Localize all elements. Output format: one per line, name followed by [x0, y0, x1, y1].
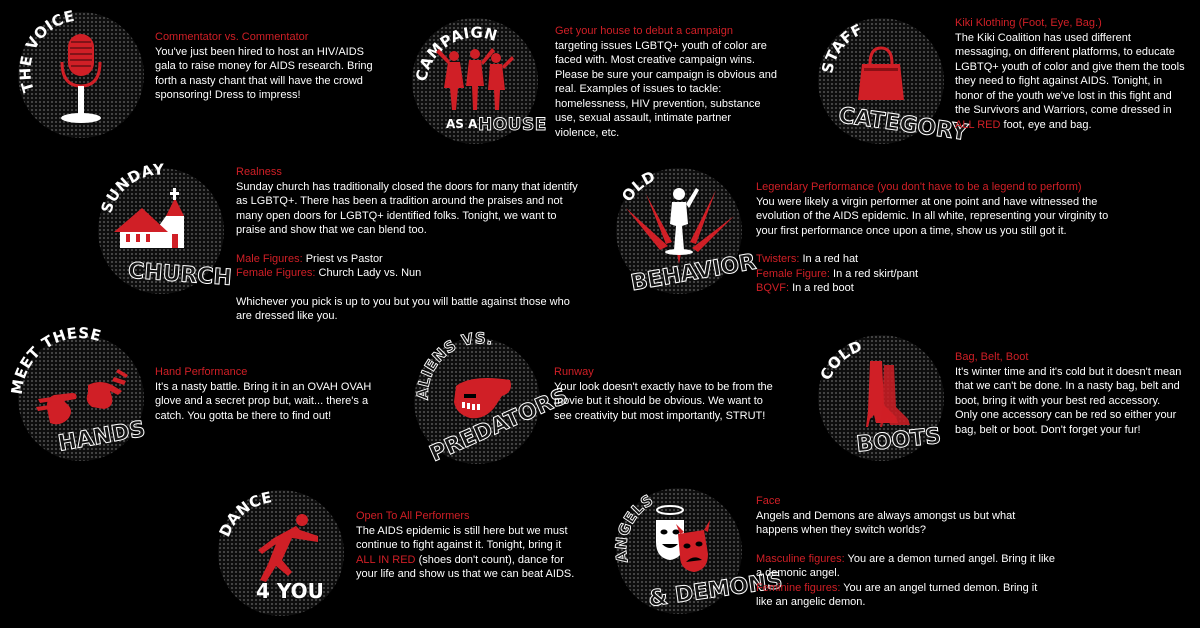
badge-dance-4-you: DANCE 4 YOU	[215, 488, 344, 616]
badge-title: ANGELS	[612, 491, 657, 564]
badge-subtitle: CHURCH	[127, 259, 232, 291]
badge-sunday-church: SUNDAY CHURCH	[97, 160, 233, 294]
badge-angels-and-demons: ANGELS & DEMONS	[612, 488, 785, 614]
category-heading: Realness	[236, 166, 282, 178]
category-body: Angels and Demons are always amongst us …	[756, 509, 1016, 537]
badge-subtitle: AS A	[446, 117, 478, 131]
all-in-red-highlight: ALL IN RED	[356, 553, 416, 566]
badge-subtitle: HANDS	[56, 417, 147, 457]
category-body: targeting issues LGBTQ+ youth of color a…	[555, 39, 777, 139]
badge-title: OLD	[618, 167, 658, 205]
category-heading: Kiki Klothing (Foot, Eye, Bag.)	[955, 17, 1102, 29]
dancer-icon	[258, 514, 318, 582]
detail-feminine-figures: Feminine figures: You are an angel turne…	[756, 581, 1038, 609]
badge-old-behavior: OLD BEHAVIOR	[616, 167, 759, 297]
detail-male-figures: Male Figures: Priest vs Pastor	[236, 252, 383, 265]
category-heading: Get your house to debut a campaign	[555, 25, 733, 37]
badge-subtitle: BEHAVIOR	[629, 250, 758, 297]
church-icon	[114, 188, 184, 248]
badge-title: SUNDAY	[97, 160, 165, 215]
dancers-icon	[436, 48, 514, 110]
category-heading: Open To All Performers	[356, 510, 470, 522]
badge-subtitle: CATEGORY	[837, 103, 970, 146]
detail-twisters: Twisters: In a red hat	[756, 253, 859, 265]
boots-icon	[866, 361, 910, 427]
badge-campaign-as-a-house: CAMPAIGN AS A HOUSE	[412, 18, 547, 144]
badge-the-voice: THE VOICE	[16, 7, 144, 138]
category-footer: Whichever you pick is up to you but you …	[236, 295, 570, 323]
badge-title: DANCE	[215, 488, 273, 539]
category-body: You've just been hired to host an HIV/AI…	[155, 45, 373, 102]
hands-icon	[36, 369, 128, 425]
badge-subtitle: 4 YOU	[256, 579, 324, 603]
badge-subtitle-house: HOUSE	[478, 115, 547, 135]
category-body: The AIDS epidemic is still here but we m…	[356, 524, 575, 581]
performer-silhouette-icon	[626, 188, 734, 264]
badge-subtitle: BOOTS	[855, 424, 942, 458]
handbag-icon	[858, 46, 904, 100]
theater-masks-icon	[656, 505, 710, 572]
category-heading: Bag, Belt, Boot	[955, 351, 1029, 363]
detail-bqvf: BQVF: In a red boot	[756, 282, 854, 294]
microphone-icon	[60, 34, 102, 123]
badge-cold-boots: COLD BOOTS	[817, 335, 944, 461]
badge-aliens-vs-predators: ALIENS VS. PREDATORS	[413, 329, 572, 468]
all-red-highlight: ALL RED	[955, 118, 1001, 131]
category-body: The Kiki Coalition has used different me…	[955, 31, 1185, 131]
category-heading: Runway	[554, 366, 594, 378]
badge-title: COLD	[817, 337, 865, 383]
detail-female-figure: Female Figure: In a red skirt/pant	[756, 267, 919, 280]
category-heading: Legendary Performance (you don't have to…	[756, 181, 1082, 193]
category-body: It's a nasty battle. Bring it in an OVAH…	[155, 380, 372, 422]
detail-masculine-figures: Masculine figures: You are a demon turne…	[756, 552, 1056, 580]
badge-meet-these-hands: MEET THESE HANDS	[8, 324, 148, 461]
category-body: It's winter time and it's cold but it do…	[955, 365, 1182, 436]
category-heading: Commentator vs. Commentator	[155, 31, 309, 43]
category-body: You were likely a virgin performer at on…	[756, 195, 1109, 237]
category-heading: Hand Performance	[155, 366, 248, 378]
detail-female-figures: Female Figures: Church Lady vs. Nun	[236, 267, 422, 279]
category-body: Your look doesn't exactly have to be fro…	[554, 380, 773, 422]
badge-staff-category: STAFF CATEGORY	[818, 18, 971, 147]
badge-title: STAFF	[818, 20, 865, 75]
category-heading: Face	[756, 495, 781, 507]
category-body: Sunday church has traditionally closed t…	[236, 180, 578, 237]
